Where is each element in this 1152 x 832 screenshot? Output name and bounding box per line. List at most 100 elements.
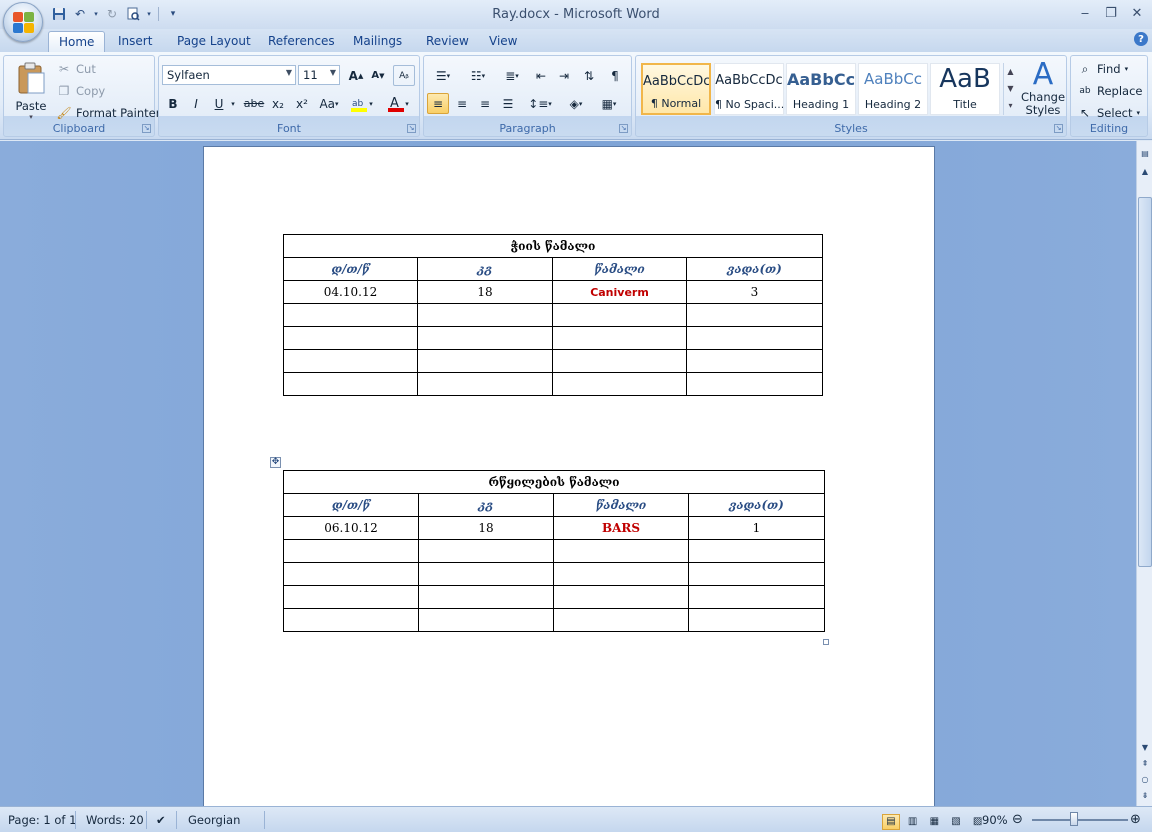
gallery-down-icon[interactable]: ▼ bbox=[1004, 80, 1017, 97]
bold-button[interactable]: B bbox=[162, 93, 184, 114]
cell-term[interactable] bbox=[688, 539, 825, 563]
grow-font-button[interactable]: A ▲ bbox=[345, 65, 367, 86]
word-count[interactable]: Words: 20 bbox=[82, 811, 148, 829]
header-term[interactable]: ვადა(თ) bbox=[688, 493, 825, 517]
change-styles-button[interactable]: A Change Styles bbox=[1020, 59, 1066, 123]
scroll-thumb[interactable] bbox=[1138, 197, 1152, 567]
vertical-scrollbar[interactable]: ▤ ▲ ▼ ⇞ ○ ⇟ bbox=[1136, 141, 1152, 806]
style-title[interactable]: AaB Title bbox=[930, 63, 1000, 115]
paste-button[interactable]: Paste ▾ bbox=[10, 60, 52, 122]
cell-medicine[interactable] bbox=[553, 585, 689, 609]
header-kg[interactable]: კგ bbox=[417, 257, 553, 281]
office-button[interactable] bbox=[3, 2, 43, 42]
tab-references[interactable]: References bbox=[258, 31, 345, 52]
table-title[interactable]: რწყილების წამალი bbox=[283, 470, 825, 494]
find-button[interactable]: ⌕ Find ▾ bbox=[1077, 59, 1128, 79]
decrease-indent-icon[interactable]: ⇤ bbox=[530, 65, 552, 86]
underline-button[interactable]: U bbox=[208, 93, 230, 114]
cell-medicine[interactable] bbox=[553, 539, 689, 563]
zoom-out-icon[interactable]: ⊖ bbox=[1012, 811, 1023, 829]
cell-medicine[interactable] bbox=[553, 608, 689, 632]
header-medicine[interactable]: წამალი bbox=[552, 257, 687, 281]
strikethrough-button[interactable]: abe bbox=[243, 93, 265, 114]
cell-medicine[interactable] bbox=[552, 372, 687, 396]
language-indicator[interactable]: Georgian bbox=[184, 811, 244, 829]
cell-date[interactable]: 06.10.12 bbox=[283, 516, 419, 540]
subscript-button[interactable]: x₂ bbox=[267, 93, 289, 114]
line-spacing-button[interactable]: ↕≡ ▾ bbox=[525, 93, 555, 114]
cell-date[interactable] bbox=[283, 562, 419, 586]
replace-button[interactable]: ab Replace bbox=[1077, 81, 1142, 101]
cell-term[interactable]: 1 bbox=[688, 516, 825, 540]
cell-term[interactable] bbox=[686, 372, 823, 396]
cell-term[interactable] bbox=[686, 303, 823, 327]
cell-kg[interactable] bbox=[417, 349, 553, 373]
ruler-toggle-icon[interactable]: ▤ bbox=[1138, 147, 1152, 161]
increase-indent-icon[interactable]: ⇥ bbox=[553, 65, 575, 86]
cell-kg[interactable] bbox=[417, 372, 553, 396]
cell-term[interactable] bbox=[686, 349, 823, 373]
full-screen-reading-icon[interactable]: ▥ bbox=[904, 813, 922, 831]
previous-page-icon[interactable]: ⇞ bbox=[1138, 757, 1152, 771]
highlight-button[interactable]: ab ▾ bbox=[349, 93, 375, 114]
select-browse-object-icon[interactable]: ○ bbox=[1138, 773, 1152, 787]
paragraph-launcher-icon[interactable]: ↘ bbox=[619, 124, 628, 133]
scroll-up-icon[interactable]: ▲ bbox=[1138, 165, 1152, 179]
align-right-icon[interactable]: ≡ bbox=[474, 93, 496, 114]
clear-formatting-icon[interactable]: Aᵦ bbox=[393, 65, 415, 86]
close-icon[interactable]: ✕ bbox=[1126, 4, 1148, 22]
cell-medicine[interactable]: Caniverm bbox=[552, 280, 687, 304]
style-heading-1[interactable]: AaBbCc Heading 1 bbox=[786, 63, 856, 115]
tab-insert[interactable]: Insert bbox=[108, 31, 162, 52]
show-formatting-icon[interactable]: ¶ bbox=[604, 65, 626, 86]
font-color-button[interactable]: A ▾ bbox=[383, 93, 413, 114]
cell-kg[interactable] bbox=[418, 585, 554, 609]
cell-medicine[interactable] bbox=[552, 326, 687, 350]
tab-view[interactable]: View bbox=[479, 31, 527, 52]
table-flea-medicine[interactable]: რწყილების წამალი დ/თ/წ კგ წამალი ვადა(თ)… bbox=[283, 470, 825, 632]
bullets-button[interactable]: ☰ ▾ bbox=[427, 65, 459, 86]
zoom-slider-thumb[interactable] bbox=[1070, 812, 1078, 826]
cell-date[interactable] bbox=[283, 539, 419, 563]
table-move-handle-icon[interactable]: ✥ bbox=[270, 457, 281, 468]
outline-icon[interactable]: ▧ bbox=[947, 813, 965, 831]
cut-button[interactable]: ✂ Cut bbox=[56, 59, 96, 79]
cell-date[interactable]: 04.10.12 bbox=[283, 280, 418, 304]
cell-medicine[interactable] bbox=[553, 562, 689, 586]
restore-icon[interactable]: ❐ bbox=[1100, 4, 1122, 22]
cell-kg[interactable] bbox=[418, 608, 554, 632]
header-kg[interactable]: კგ bbox=[418, 493, 554, 517]
cell-kg[interactable] bbox=[418, 539, 554, 563]
zoom-in-icon[interactable]: ⊕ bbox=[1130, 811, 1141, 829]
cell-term[interactable]: 3 bbox=[686, 280, 823, 304]
print-layout-icon[interactable]: ▤ bbox=[882, 814, 900, 830]
minimize-icon[interactable]: ‒ bbox=[1074, 4, 1096, 22]
font-size-combo[interactable]: 11 ▼ bbox=[298, 65, 340, 85]
copy-button[interactable]: ❐ Copy bbox=[56, 81, 106, 101]
table-title[interactable]: ჭიის წამალი bbox=[283, 234, 823, 258]
header-term[interactable]: ვადა(თ) bbox=[686, 257, 823, 281]
cell-date[interactable] bbox=[283, 585, 419, 609]
tab-review[interactable]: Review bbox=[416, 31, 479, 52]
font-launcher-icon[interactable]: ↘ bbox=[407, 124, 416, 133]
tab-home[interactable]: Home bbox=[48, 31, 106, 52]
cell-date[interactable] bbox=[283, 608, 419, 632]
tab-page-layout[interactable]: Page Layout bbox=[167, 31, 261, 52]
help-icon[interactable]: ? bbox=[1134, 32, 1148, 46]
page-count[interactable]: Page: 1 of 1 bbox=[4, 811, 80, 829]
cell-medicine[interactable] bbox=[552, 303, 687, 327]
italic-button[interactable]: I bbox=[185, 93, 207, 114]
shrink-font-button[interactable]: A ▼ bbox=[367, 65, 389, 86]
gallery-more-icon[interactable]: ▾ bbox=[1004, 97, 1017, 114]
justify-icon[interactable]: ☰ bbox=[497, 93, 519, 114]
style-normal[interactable]: AaBbCcDc ¶ Normal bbox=[641, 63, 711, 115]
align-center-icon[interactable]: ≡ bbox=[451, 93, 473, 114]
style-no-spacing[interactable]: AaBbCcDc ¶ No Spaci... bbox=[714, 63, 784, 115]
underline-dropdown-icon[interactable]: ▾ bbox=[228, 93, 238, 114]
cell-date[interactable] bbox=[283, 326, 418, 350]
cell-date[interactable] bbox=[283, 303, 418, 327]
cell-kg[interactable] bbox=[418, 562, 554, 586]
cell-kg[interactable]: 18 bbox=[417, 280, 553, 304]
table-worm-medicine[interactable]: ჭიის წამალი დ/თ/წ კგ წამალი ვადა(თ) 04.1… bbox=[283, 234, 823, 396]
tab-mailings[interactable]: Mailings bbox=[343, 31, 412, 52]
